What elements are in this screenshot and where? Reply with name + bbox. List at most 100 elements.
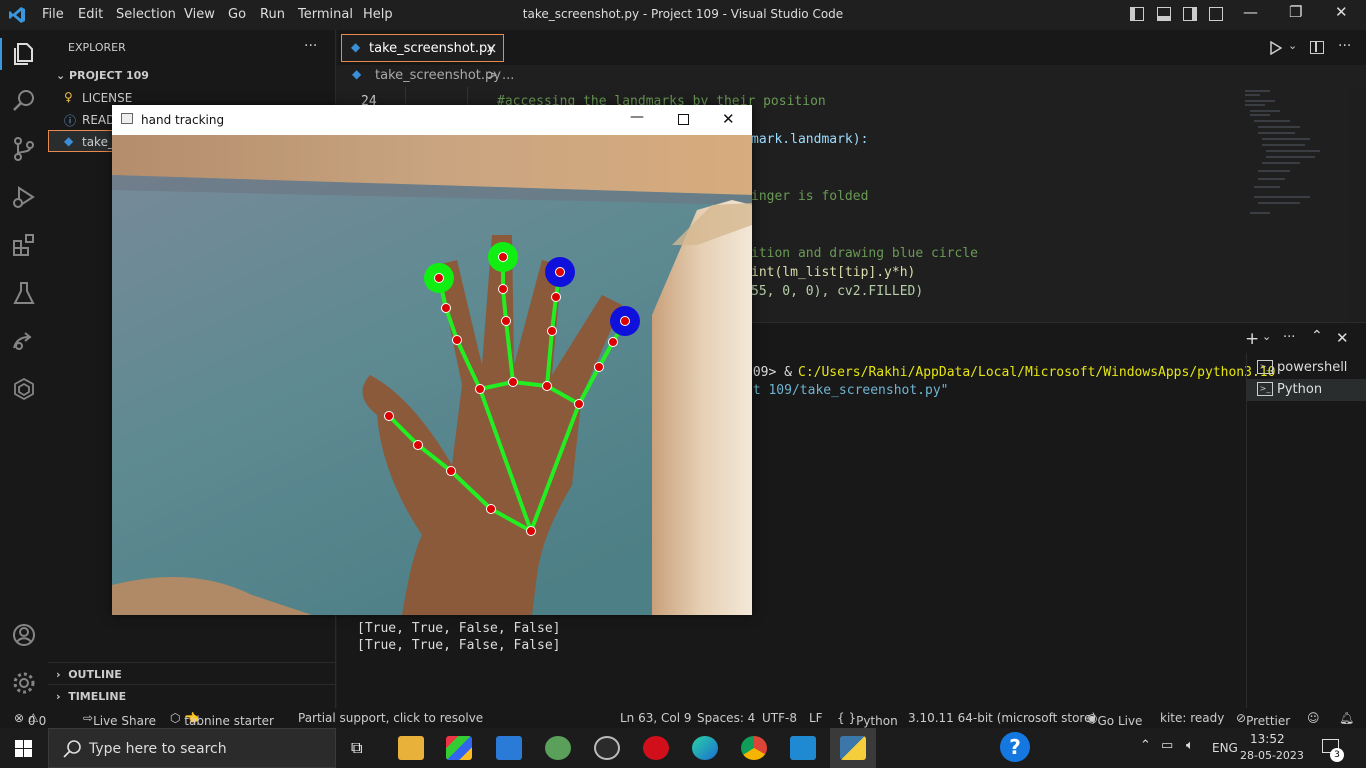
minimap-preview bbox=[1245, 90, 1320, 214]
title-bar: File Edit Selection View Go Run Terminal… bbox=[0, 0, 1366, 30]
code-line: 55, 0, 0), cv2.FILLED) bbox=[751, 284, 924, 299]
problems-indicator[interactable]: ⊗ 0 ⚠ 0 bbox=[14, 711, 46, 728]
breadcrumb-symbol[interactable]: > ... bbox=[487, 68, 514, 83]
tab-take-screenshot[interactable]: ◆ take_screenshot.py × bbox=[341, 34, 504, 62]
python-interpreter[interactable]: 3.10.11 64-bit (microsoft store) bbox=[908, 711, 1096, 725]
project-folder[interactable]: ⌄ PROJECT 109 bbox=[56, 69, 149, 82]
go-live-button[interactable]: ◉ Go Live bbox=[1087, 711, 1142, 728]
battery-icon[interactable]: ▭ bbox=[1161, 738, 1173, 753]
hand-tracking-titlebar[interactable]: hand tracking — ✕ bbox=[112, 105, 752, 135]
tab-close-icon[interactable]: × bbox=[485, 39, 498, 57]
python-taskbar-item[interactable] bbox=[830, 728, 876, 768]
search-icon[interactable] bbox=[11, 88, 37, 114]
code-line: inger is folded bbox=[751, 189, 869, 204]
toggle-secondary-sidebar-icon[interactable] bbox=[1183, 7, 1197, 21]
edge-icon[interactable] bbox=[692, 736, 718, 760]
testing-icon[interactable] bbox=[11, 280, 37, 306]
feedback-icon[interactable]: ☺ bbox=[1307, 711, 1320, 725]
hand-window-title: hand tracking bbox=[141, 113, 225, 127]
opera-icon[interactable] bbox=[643, 736, 669, 760]
prettier-status[interactable]: ⊘ Prettier bbox=[1236, 711, 1290, 728]
extensions-icon[interactable] bbox=[11, 232, 37, 258]
terminal-item-python[interactable]: >_ Python bbox=[1247, 379, 1366, 401]
breadcrumb: ◆ take_screenshot.py > ... bbox=[337, 65, 1366, 87]
breadcrumb-file[interactable]: take_screenshot.py bbox=[375, 68, 501, 83]
python-file-icon: ◆ bbox=[352, 67, 362, 81]
windows-start-icon[interactable] bbox=[15, 740, 32, 757]
cursor-position[interactable]: Ln 63, Col 9 bbox=[620, 711, 692, 725]
camera-feed bbox=[112, 135, 752, 615]
hand-landmark-point bbox=[526, 526, 536, 536]
account-icon[interactable] bbox=[11, 622, 37, 648]
settings-gear-icon[interactable] bbox=[11, 670, 37, 696]
restore-icon[interactable]: ❐ bbox=[1289, 3, 1302, 21]
language-indicator[interactable]: ENG bbox=[1212, 741, 1238, 755]
terminal-item-powershell[interactable]: >_ powershell bbox=[1247, 357, 1366, 379]
file-label: take_ bbox=[82, 135, 114, 149]
close-window-icon[interactable]: ✕ bbox=[1335, 3, 1348, 21]
taskbar-search[interactable]: Type here to search bbox=[48, 728, 336, 768]
help-icon[interactable]: ? bbox=[1000, 732, 1030, 762]
hand-close-icon[interactable]: ✕ bbox=[722, 110, 735, 128]
remote-explorer-icon[interactable] bbox=[11, 376, 37, 402]
run-python-icon[interactable] bbox=[1270, 41, 1282, 55]
hand-landmark-point bbox=[434, 273, 444, 283]
terminal-dropdown-icon[interactable]: ⌄ bbox=[1262, 330, 1271, 343]
code-line: mark.landmark): bbox=[751, 132, 869, 147]
kite-status[interactable]: kite: ready bbox=[1160, 711, 1224, 725]
hand-landmark-point bbox=[551, 292, 561, 302]
file-label: READ bbox=[82, 113, 116, 127]
terminal-script-path: ct 109/take_screenshot.py" bbox=[745, 383, 949, 398]
close-panel-icon[interactable]: ✕ bbox=[1336, 329, 1349, 347]
outline-section[interactable]: › OUTLINE bbox=[48, 662, 336, 685]
live-share-status[interactable]: ⇨ Live Share bbox=[83, 711, 156, 728]
hand-maximize-icon[interactable] bbox=[678, 114, 689, 125]
indentation[interactable]: Spaces: 4 bbox=[697, 711, 755, 725]
go-live-label: Go Live bbox=[1097, 714, 1143, 728]
language-mode[interactable]: { } Python bbox=[837, 711, 898, 728]
hand-landmark-point bbox=[608, 337, 618, 347]
minimap[interactable] bbox=[1240, 87, 1350, 322]
timeline-section[interactable]: › TIMELINE bbox=[48, 684, 336, 707]
chrome-icon[interactable] bbox=[741, 736, 767, 760]
source-control-icon[interactable] bbox=[11, 136, 37, 162]
python-file-icon: ◆ bbox=[64, 134, 74, 148]
minimize-icon[interactable]: — bbox=[1243, 3, 1258, 21]
explorer-more-button[interactable]: ··· bbox=[304, 38, 317, 54]
split-editor-icon[interactable] bbox=[1310, 41, 1324, 54]
clock-time[interactable]: 13:52 bbox=[1250, 732, 1285, 746]
hand-minimize-icon[interactable]: — bbox=[630, 109, 644, 125]
editor-more-icon[interactable]: ··· bbox=[1338, 38, 1351, 54]
task-view-icon[interactable]: ⧉ bbox=[351, 738, 362, 758]
terminal-icon: >_ bbox=[1257, 360, 1273, 374]
live-share-icon[interactable] bbox=[11, 328, 37, 354]
microsoft-store-icon[interactable] bbox=[496, 736, 522, 760]
language-label: Python bbox=[856, 714, 898, 728]
maximize-panel-icon[interactable]: ⌃ bbox=[1311, 328, 1323, 344]
volume-icon[interactable]: 🔈︎ bbox=[1186, 738, 1194, 753]
hand-landmark-point bbox=[475, 384, 485, 394]
toggle-panel-icon[interactable] bbox=[1157, 7, 1171, 21]
explorer-icon[interactable] bbox=[11, 40, 37, 66]
end-of-line[interactable]: LF bbox=[809, 711, 823, 725]
toggle-sidebar-icon[interactable] bbox=[1130, 7, 1144, 21]
run-dropdown-icon[interactable]: ⌄ bbox=[1288, 39, 1297, 52]
hand-tracking-window[interactable]: hand tracking — ✕ bbox=[112, 105, 752, 615]
encoding[interactable]: UTF-8 bbox=[762, 711, 797, 725]
customize-layout-icon[interactable] bbox=[1209, 7, 1223, 21]
vscode-taskbar-icon[interactable] bbox=[790, 736, 816, 760]
notifications-bell-icon[interactable]: 🔔︎ bbox=[1339, 711, 1354, 725]
panel-more-icon[interactable]: ··· bbox=[1283, 330, 1295, 345]
app-diamond-icon[interactable] bbox=[446, 736, 472, 760]
file-explorer-icon[interactable] bbox=[398, 736, 424, 760]
evernote-icon[interactable] bbox=[545, 736, 571, 760]
clock-date[interactable]: 28-05-2023 bbox=[1240, 749, 1304, 762]
partial-support-status[interactable]: Partial support, click to resolve bbox=[298, 711, 483, 725]
editor-tabs: ◆ take_screenshot.py × ⌄ ··· bbox=[337, 30, 1366, 65]
tray-chevron-icon[interactable]: ⌃ bbox=[1140, 738, 1151, 753]
tabnine-status[interactable]: ⬡ tabnine starter 👈 bbox=[170, 711, 274, 728]
hand-landmark-point bbox=[441, 303, 451, 313]
new-terminal-icon[interactable]: + bbox=[1245, 329, 1259, 349]
run-debug-icon[interactable] bbox=[11, 184, 37, 210]
tripadvisor-icon[interactable] bbox=[594, 736, 620, 760]
